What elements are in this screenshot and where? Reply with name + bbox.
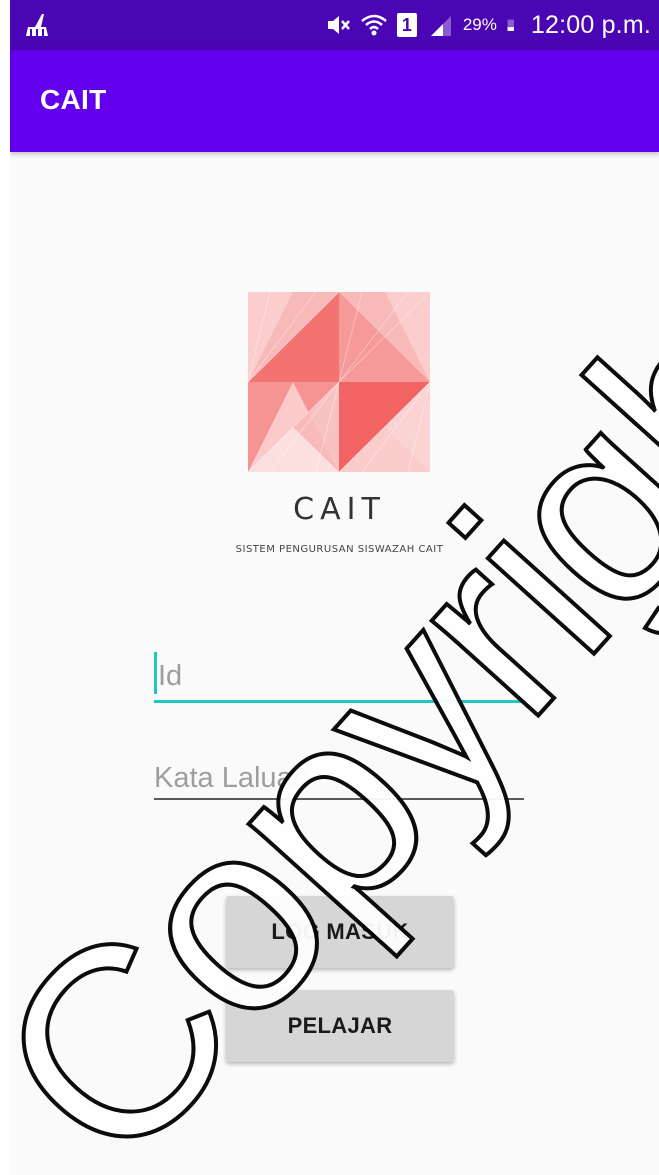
id-input[interactable] [154, 656, 528, 696]
app-screen: 1 29% 12:00 p.m. CAIT CAIT SISTEM PENGUR… [10, 0, 659, 1175]
clock: 12:00 p.m. [530, 10, 651, 39]
battery-icon [507, 19, 514, 31]
id-field[interactable] [154, 652, 528, 703]
password-underline [154, 798, 524, 800]
battery-percent: 29% [462, 15, 497, 34]
id-underline [154, 700, 524, 703]
mute-icon [327, 16, 350, 34]
status-bar: 1 29% 12:00 p.m. [10, 0, 659, 50]
app-bar: CAIT [10, 50, 659, 152]
password-input[interactable] [154, 758, 524, 798]
text-cursor [154, 652, 157, 694]
status-icons: 1 29% 12:00 p.m. [325, 8, 651, 42]
password-field[interactable] [154, 758, 524, 800]
login-button[interactable]: LOG MASUK [226, 896, 454, 968]
student-button[interactable]: PELAJAR [226, 990, 454, 1062]
signal-icon [430, 16, 451, 36]
wifi-icon [361, 14, 387, 36]
cleaner-icon [26, 14, 48, 36]
cait-logo [248, 292, 430, 472]
sim-icon: 1 [396, 13, 417, 37]
app-title: CAIT [40, 84, 107, 115]
brand-name: CAIT [293, 492, 386, 527]
brand-subtitle: SISTEM PENGURUSAN SISWAZAH CAIT [235, 544, 444, 555]
